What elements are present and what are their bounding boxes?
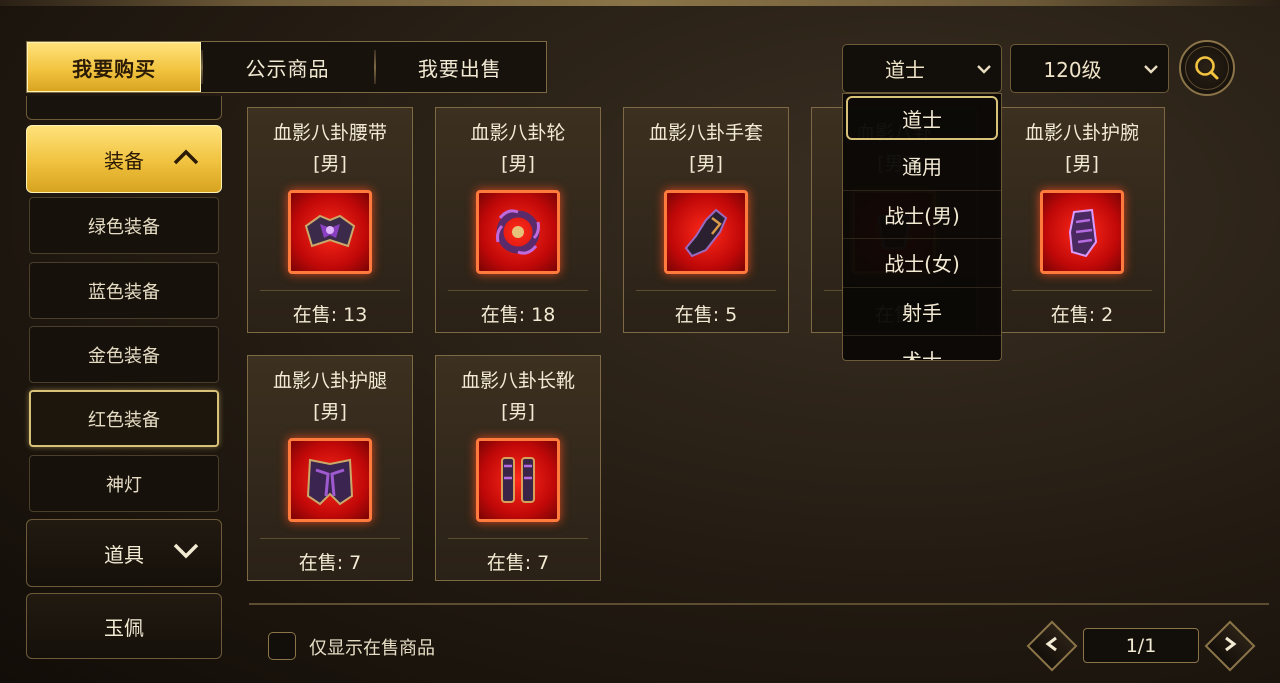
boots-icon xyxy=(476,438,560,522)
page-indicator: 1/1 xyxy=(1083,628,1199,663)
sidebar-scroll-stub xyxy=(26,96,222,120)
class-filter-value: 道士 xyxy=(885,58,925,82)
item-stock: 在售: 5 xyxy=(674,304,738,326)
item-name: 血影八卦手套 xyxy=(648,122,763,144)
class-option[interactable]: 术士 xyxy=(843,336,1001,360)
category-label: 玉佩 xyxy=(104,615,144,640)
search-icon xyxy=(1185,46,1229,90)
sub-category-blue[interactable]: 蓝色装备 xyxy=(29,262,219,319)
category-items[interactable]: 道具 xyxy=(26,519,222,587)
category-label: 道具 xyxy=(104,542,144,567)
class-option[interactable]: 战士(女) xyxy=(843,239,1001,288)
sub-category-green[interactable]: 绿色装备 xyxy=(29,197,219,254)
item-gender: [男] xyxy=(1065,153,1099,175)
item-name: 血影八卦轮 xyxy=(470,122,566,144)
tab-public-listings[interactable]: 公示商品 xyxy=(201,42,373,92)
item-stock: 在售: 2 xyxy=(1050,304,1114,326)
only-on-sale-label: 仅显示在售商品 xyxy=(309,638,435,659)
item-gender: [男] xyxy=(313,153,347,175)
sub-category-lamp[interactable]: 神灯 xyxy=(29,455,219,512)
category-jade[interactable]: 玉佩 xyxy=(26,593,222,659)
chevron-up-icon xyxy=(173,147,199,171)
prev-page-button[interactable] xyxy=(1026,620,1078,672)
wheel-icon xyxy=(476,190,560,274)
card-divider xyxy=(448,538,588,539)
chevron-down-icon xyxy=(967,59,1001,78)
belt-icon xyxy=(288,190,372,274)
item-name: 血影八卦护腿 xyxy=(272,370,387,392)
category-label: 装备 xyxy=(104,148,144,173)
item-card[interactable]: 血影八卦手套 [男] 在售: 5 xyxy=(623,107,789,333)
item-card[interactable]: 血影八卦护腕 [男] 在售: 2 xyxy=(999,107,1165,333)
chevron-down-icon xyxy=(1134,59,1168,78)
item-gender: [男] xyxy=(689,153,723,175)
class-dropdown-menu: 道士 通用 战士(男) 战士(女) 射手 术士 xyxy=(842,93,1002,361)
item-card[interactable]: 血影八卦腰带 [男] 在售: 13 xyxy=(247,107,413,333)
item-stock: 在售: 7 xyxy=(486,552,550,574)
card-divider xyxy=(636,290,776,291)
next-page-button[interactable] xyxy=(1204,620,1256,672)
card-divider xyxy=(1012,290,1152,291)
tab-buy[interactable]: 我要购买 xyxy=(27,42,202,92)
only-on-sale-checkbox[interactable] xyxy=(268,632,296,660)
class-option[interactable]: 道士 xyxy=(846,96,998,140)
chevron-left-icon xyxy=(1045,636,1059,656)
item-card[interactable]: 血影八卦长靴 [男] 在售: 7 xyxy=(435,355,601,581)
item-gender: [男] xyxy=(501,153,535,175)
level-filter-value: 120级 xyxy=(1043,58,1102,82)
sub-category-gold[interactable]: 金色装备 xyxy=(29,326,219,383)
chevron-right-icon xyxy=(1223,636,1237,656)
bracer-icon xyxy=(1040,190,1124,274)
class-option[interactable]: 战士(男) xyxy=(843,191,1001,239)
item-stock: 在售: 18 xyxy=(480,304,556,326)
chevron-down-icon xyxy=(173,541,199,565)
sub-category-red[interactable]: 红色装备 xyxy=(29,390,219,447)
market-tabs: 我要购买 公示商品 我要出售 xyxy=(26,41,547,93)
item-stock: 在售: 7 xyxy=(298,552,362,574)
card-divider xyxy=(260,538,400,539)
item-name: 血影八卦护腕 xyxy=(1024,122,1139,144)
class-option[interactable]: 通用 xyxy=(843,142,1001,191)
search-button[interactable] xyxy=(1179,40,1235,96)
footer-divider xyxy=(249,603,1269,605)
level-filter-dropdown[interactable]: 120级 xyxy=(1010,44,1169,93)
item-gender: [男] xyxy=(501,401,535,423)
category-equipment[interactable]: 装备 xyxy=(26,125,222,193)
tab-sell[interactable]: 我要出售 xyxy=(373,42,546,92)
leggings-icon xyxy=(288,438,372,522)
item-stock: 在售: 13 xyxy=(292,304,368,326)
item-card[interactable]: 血影八卦轮 [男] 在售: 18 xyxy=(435,107,601,333)
glove-icon xyxy=(664,190,748,274)
top-border xyxy=(0,0,1280,6)
card-divider xyxy=(260,290,400,291)
card-divider xyxy=(448,290,588,291)
item-card[interactable]: 血影八卦护腿 [男] 在售: 7 xyxy=(247,355,413,581)
item-name: 血影八卦腰带 xyxy=(272,122,387,144)
item-gender: [男] xyxy=(313,401,347,423)
item-name: 血影八卦长靴 xyxy=(460,370,575,392)
class-option[interactable]: 射手 xyxy=(843,288,1001,336)
class-filter-dropdown[interactable]: 道士 xyxy=(842,44,1002,93)
